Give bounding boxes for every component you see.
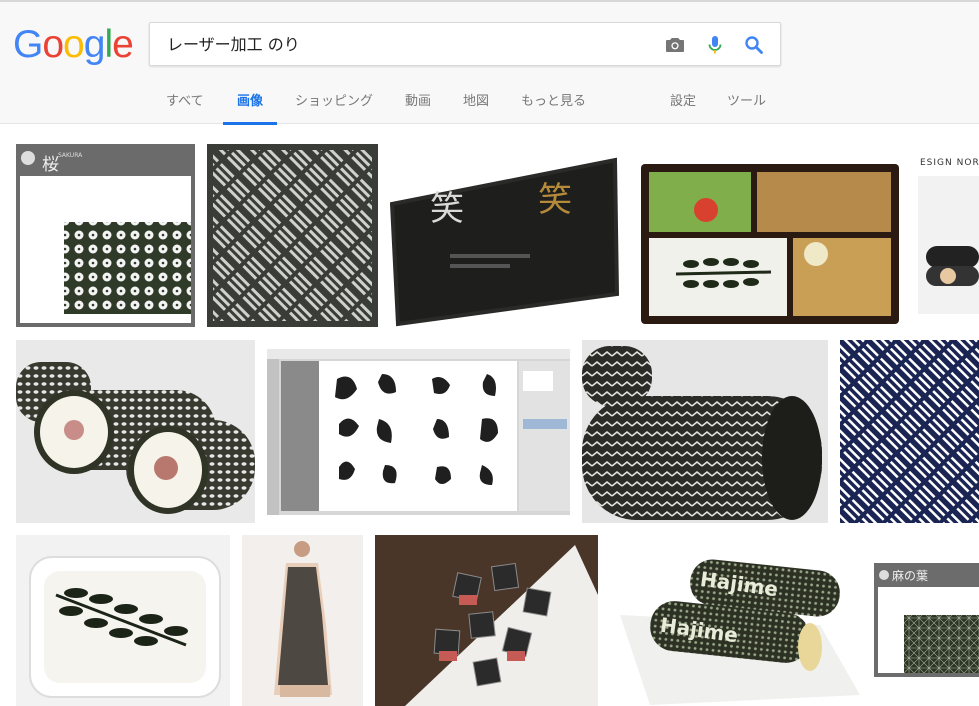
logo-letter-g: G: [13, 23, 43, 66]
sakura-caption: SAKURA: [58, 152, 83, 159]
design-nori-caption: ESIGN NORI: [920, 158, 979, 168]
camera-icon[interactable]: [663, 33, 687, 57]
tab-settings[interactable]: 設定: [670, 90, 696, 125]
logo-letter-o2: o: [63, 23, 85, 66]
tab-shopping[interactable]: ショッピング: [295, 90, 373, 125]
image-result-bento[interactable]: [631, 144, 906, 327]
image-result-blue-lattice[interactable]: [840, 340, 979, 523]
laugh-kanji-2: 笑: [538, 180, 572, 220]
image-result-hajime-rolls[interactable]: [610, 535, 862, 706]
image-result-lattice-nori[interactable]: [207, 144, 378, 327]
tab-videos[interactable]: 動画: [405, 90, 431, 125]
laugh-kanji-1: 笑: [430, 189, 464, 229]
image-results-grid: 桜 SAKURA 笑 笑 ESIGN NORI Hajime Hajime 麻の…: [0, 124, 979, 706]
tab-tools[interactable]: ツール: [727, 90, 766, 125]
search-tabs: すべて 画像 ショッピング 動画 地図 もっと見る 設定 ツール: [0, 90, 979, 125]
logo-letter-o1: o: [42, 23, 64, 66]
search-header: Google レーザー加工 のり すべて 画像 ショッピング 動画 地図 もっと…: [0, 2, 979, 125]
image-result-three-rolls[interactable]: [16, 340, 255, 523]
image-result-leaf-rice[interactable]: [16, 535, 230, 706]
microphone-icon[interactable]: [703, 33, 727, 57]
image-result-lace-dress[interactable]: [242, 535, 363, 706]
tab-images[interactable]: 画像: [222, 90, 278, 125]
google-logo[interactable]: Google: [13, 23, 134, 67]
image-result-leaf-editor[interactable]: [267, 349, 570, 515]
tab-all[interactable]: すべて: [166, 90, 204, 125]
image-result-design-nori[interactable]: [918, 156, 979, 314]
tab-maps[interactable]: 地図: [463, 90, 489, 125]
image-result-rolled-nori[interactable]: [582, 340, 828, 523]
image-result-sushi-squares[interactable]: [375, 535, 598, 706]
logo-letter-g2: g: [83, 23, 106, 66]
logo-letter-e: e: [112, 23, 134, 66]
search-box[interactable]: レーザー加工 のり: [149, 22, 781, 66]
search-input[interactable]: レーザー加工 のり: [167, 23, 300, 67]
sakura-kanji: 桜: [42, 155, 59, 175]
asanoha-title: 麻の葉: [892, 569, 929, 583]
tab-more[interactable]: もっと見る: [521, 90, 586, 125]
search-icon[interactable]: [742, 33, 766, 57]
logo-letter-l: l: [104, 23, 113, 66]
image-result-laugh-nori[interactable]: [390, 144, 619, 327]
